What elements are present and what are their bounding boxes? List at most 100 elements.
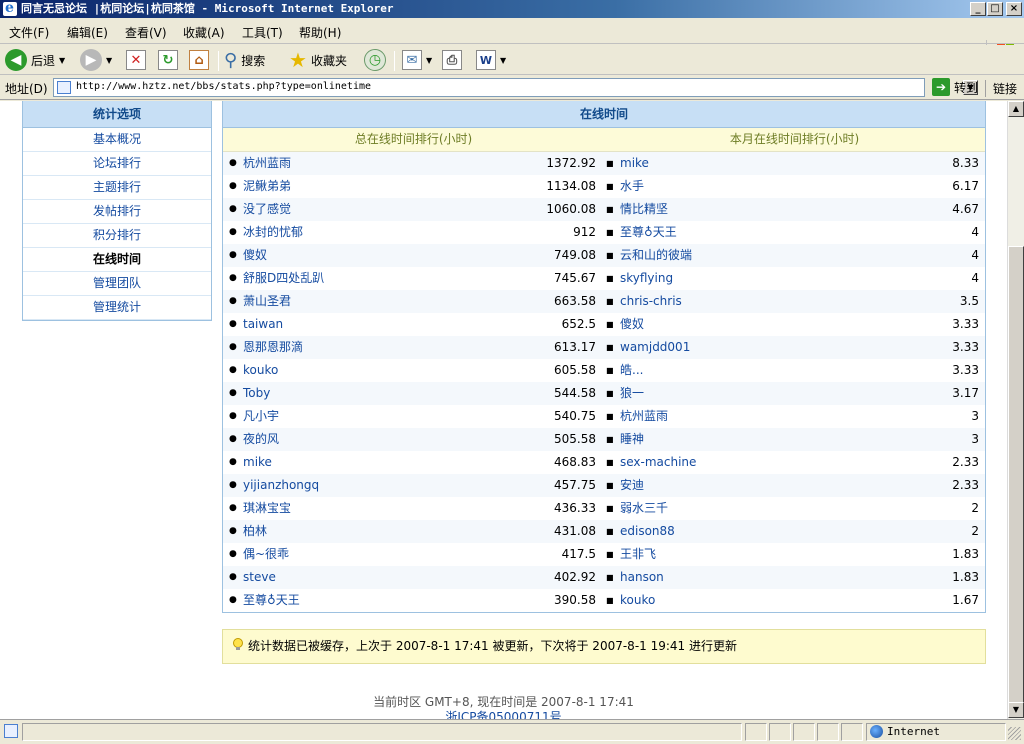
footer-icp-link[interactable]: 浙ICP备05000711号 <box>0 708 1007 719</box>
back-button[interactable]: ◀ 后退 ▼ <box>5 48 65 72</box>
minimize-button[interactable]: _ <box>970 2 986 16</box>
list-item: ■ edison88 2 <box>604 520 985 543</box>
menu-view[interactable]: 查看(V) <box>125 24 167 41</box>
user-link[interactable]: 云和山的彼端 <box>620 244 692 267</box>
user-link[interactable]: 柏林 <box>243 520 267 543</box>
user-link[interactable]: steve <box>243 566 276 589</box>
user-link[interactable]: 水手 <box>620 175 644 198</box>
vertical-scrollbar[interactable]: ▲ ▼ <box>1007 101 1024 719</box>
sidebar-item-admin-stats[interactable]: 管理统计 <box>23 296 211 320</box>
go-icon: ➔ <box>932 78 950 96</box>
user-link[interactable]: 凡小宇 <box>243 405 279 428</box>
user-link[interactable]: 情比精坚 <box>620 198 668 221</box>
sidebar-item-overview[interactable]: 基本概况 <box>23 128 211 152</box>
menu-tools[interactable]: 工具(T) <box>242 24 283 41</box>
user-link[interactable]: 舒服D四处乱趴 <box>243 267 324 290</box>
menu-favorites[interactable]: 收藏(A) <box>183 24 225 41</box>
menu-edit[interactable]: 编辑(E) <box>67 24 108 41</box>
edit-dropdown-icon[interactable]: ▼ <box>500 56 506 65</box>
edit-button[interactable]: W ▼ <box>476 48 506 72</box>
favorites-button[interactable]: ★ 收藏夹 <box>289 48 347 72</box>
sidebar-item-credit-rank[interactable]: 积分排行 <box>23 224 211 248</box>
resize-grip-icon[interactable] <box>1008 727 1021 740</box>
user-link[interactable]: hanson <box>620 566 664 589</box>
user-link[interactable]: 恩那恩那滴 <box>243 336 303 359</box>
user-link[interactable]: kouko <box>620 589 655 612</box>
user-link[interactable]: wamjdd001 <box>620 336 690 359</box>
user-link[interactable]: 王非飞 <box>620 543 656 566</box>
online-hours: 417.5 <box>561 547 596 561</box>
bullet-icon: ■ <box>606 343 614 352</box>
user-link[interactable]: edison88 <box>620 520 675 543</box>
user-link[interactable]: 泥鳅弟弟 <box>243 175 291 198</box>
links-button[interactable]: 链接 <box>985 80 1017 97</box>
online-hours: 749.08 <box>554 248 596 262</box>
user-link[interactable]: 偶~很乖 <box>243 543 289 566</box>
user-link[interactable]: 傻奴 <box>243 244 267 267</box>
sidebar-item-forum-rank[interactable]: 论坛排行 <box>23 152 211 176</box>
search-button[interactable]: ⚲ 搜索 <box>224 48 265 72</box>
sidebar-item-thread-rank[interactable]: 主题排行 <box>23 176 211 200</box>
user-link[interactable]: sex-machine <box>620 451 696 474</box>
scroll-down-icon[interactable]: ▼ <box>1008 702 1024 718</box>
user-link[interactable]: 杭州蓝雨 <box>243 152 291 175</box>
bullet-icon: ● <box>229 595 237 605</box>
bullet-icon: ■ <box>606 504 614 513</box>
user-link[interactable]: 琪淋宝宝 <box>243 497 291 520</box>
user-link[interactable]: taiwan <box>243 313 283 336</box>
user-link[interactable]: 睡神 <box>620 428 644 451</box>
user-link[interactable]: mike <box>243 451 272 474</box>
scroll-thumb[interactable] <box>1008 246 1024 706</box>
user-link[interactable]: 夜的风 <box>243 428 279 451</box>
user-link[interactable]: 傻奴 <box>620 313 644 336</box>
mail-button[interactable]: ✉ ▼ <box>402 48 432 72</box>
go-button[interactable]: ➔ 转到 <box>932 78 978 96</box>
home-button[interactable]: ⌂ <box>189 48 209 72</box>
list-item: ■ mike 8.33 <box>604 152 985 175</box>
user-link[interactable]: 皓... <box>620 359 643 382</box>
mail-dropdown-icon[interactable]: ▼ <box>426 56 432 65</box>
user-link[interactable]: 弱水三千 <box>620 497 668 520</box>
user-link[interactable]: 冰封的忧郁 <box>243 221 303 244</box>
scroll-up-icon[interactable]: ▲ <box>1008 101 1024 117</box>
sidebar-item-admin-team[interactable]: 管理团队 <box>23 272 211 296</box>
user-link[interactable]: Toby <box>243 382 270 405</box>
user-link[interactable]: 至尊♁天王 <box>243 589 300 612</box>
print-button[interactable]: ⎙ <box>442 48 462 72</box>
list-item: ■ 至尊♁天王 4 <box>604 221 985 244</box>
user-link[interactable]: mike <box>620 152 649 175</box>
user-link[interactable]: 狼一 <box>620 382 644 405</box>
user-link[interactable]: 没了感觉 <box>243 198 291 221</box>
security-zone: Internet <box>866 723 1006 741</box>
close-button[interactable]: × <box>1006 2 1022 16</box>
sidebar-item-post-rank[interactable]: 发帖排行 <box>23 200 211 224</box>
maximize-button[interactable]: □ <box>987 2 1003 16</box>
sidebar-item-online-time[interactable]: 在线时间 <box>23 248 211 272</box>
forward-button[interactable]: ▶ ▼ <box>80 48 112 72</box>
menu-file[interactable]: 文件(F) <box>9 24 49 41</box>
status-text-pane <box>22 723 742 741</box>
user-link[interactable]: yijianzhongq <box>243 474 319 497</box>
online-hours: 1060.08 <box>546 202 596 216</box>
refresh-button[interactable]: ↻ <box>158 48 178 72</box>
list-item: ■ 水手 6.17 <box>604 175 985 198</box>
user-link[interactable]: chris-chris <box>620 290 682 313</box>
address-input[interactable]: http://www.hztz.net/bbs/stats.php?type=o… <box>53 78 978 97</box>
user-link[interactable]: 至尊♁天王 <box>620 221 677 244</box>
user-link[interactable]: kouko <box>243 359 278 382</box>
user-link[interactable]: 安迪 <box>620 474 644 497</box>
bullet-icon: ■ <box>606 182 614 191</box>
status-pane-1 <box>745 723 767 741</box>
table-subheader: 总在线时间排行(小时) 本月在线时间排行(小时) <box>223 128 985 152</box>
page-icon <box>57 81 71 94</box>
user-link[interactable]: 杭州蓝雨 <box>620 405 668 428</box>
history-button[interactable]: ◷ <box>364 48 386 72</box>
menu-help[interactable]: 帮助(H) <box>299 24 341 41</box>
online-hours: 1.83 <box>952 570 979 584</box>
bullet-icon: ■ <box>606 274 614 283</box>
user-link[interactable]: 萧山圣君 <box>243 290 291 313</box>
stop-button[interactable]: ✕ <box>126 48 146 72</box>
back-dropdown-icon[interactable]: ▼ <box>59 56 65 65</box>
user-link[interactable]: skyflying <box>620 267 673 290</box>
forward-dropdown-icon[interactable]: ▼ <box>106 56 112 65</box>
